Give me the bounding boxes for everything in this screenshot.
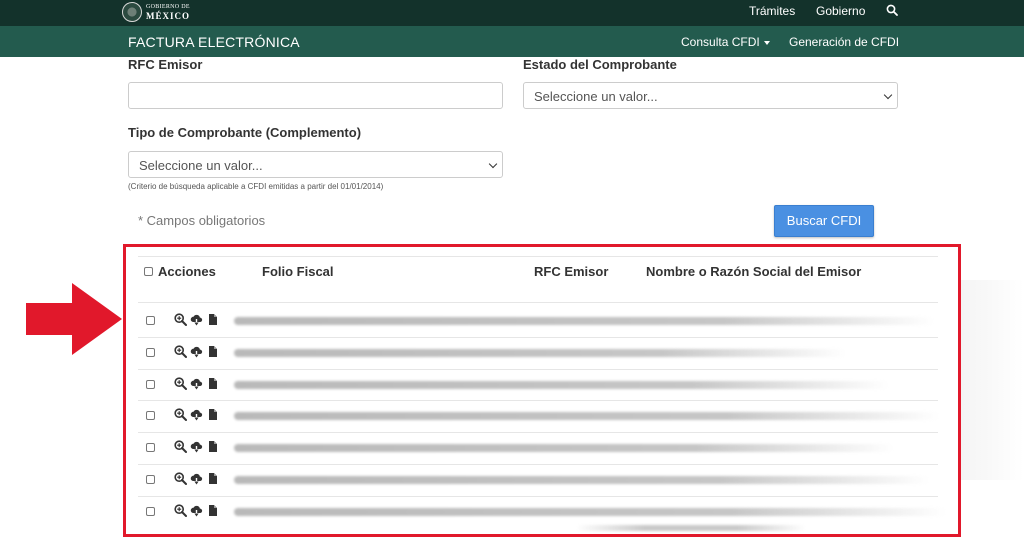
row-checkbox[interactable] xyxy=(146,443,155,453)
file-icon[interactable] xyxy=(206,408,219,421)
menu-consulta-label: Consulta CFDI xyxy=(681,35,760,49)
rfc-emisor-input[interactable] xyxy=(128,82,503,109)
file-icon[interactable] xyxy=(206,345,219,358)
table-row xyxy=(126,400,958,432)
logo-line-2: MÉXICO xyxy=(146,11,190,21)
row-checkbox[interactable] xyxy=(146,411,155,421)
redacted-text xyxy=(234,507,946,516)
brand-title[interactable]: FACTURA ELECTRÓNICA xyxy=(128,34,300,50)
row-divider xyxy=(138,464,938,465)
row-checkbox[interactable] xyxy=(146,379,155,389)
redacted-text xyxy=(234,412,939,421)
table-row xyxy=(126,495,958,528)
table-row xyxy=(126,336,958,369)
col-header-nombre-emisor: Nombre o Razón Social del Emisor xyxy=(646,264,862,279)
col-header-rfc-emisor: RFC Emisor xyxy=(534,264,609,279)
caret-down-icon xyxy=(763,40,770,45)
tipo-comprobante-label: Tipo de Comprobante (Complemento) xyxy=(128,125,362,140)
rfc-emisor-label: RFC Emisor xyxy=(128,57,203,72)
cloud-download-icon[interactable] xyxy=(190,504,203,517)
zoom-in-icon[interactable] xyxy=(174,345,187,358)
zoom-in-icon[interactable] xyxy=(174,408,187,422)
file-icon[interactable] xyxy=(206,313,219,326)
redacted-text xyxy=(576,525,806,531)
cloud-download-icon[interactable] xyxy=(190,408,203,421)
row-checkbox[interactable] xyxy=(146,316,155,325)
row-actions xyxy=(174,472,219,485)
zoom-in-icon[interactable] xyxy=(174,440,187,454)
sub-navbar: FACTURA ELECTRÓNICA Consulta CFDI Genera… xyxy=(0,26,1024,57)
header-divider xyxy=(138,256,938,257)
tipo-comprobante-select[interactable]: Seleccione un valor... xyxy=(128,151,503,178)
cloud-download-icon[interactable] xyxy=(190,472,203,485)
zoom-in-icon[interactable] xyxy=(174,313,187,326)
col-header-folio-fiscal: Folio Fiscal xyxy=(262,264,334,279)
zoom-in-icon[interactable] xyxy=(174,472,187,485)
row-actions xyxy=(174,440,219,454)
row-divider xyxy=(138,432,938,434)
redacted-text xyxy=(234,380,889,389)
chevron-down-icon xyxy=(883,90,893,100)
chevron-down-icon xyxy=(488,159,498,169)
top-navbar: GOBIERNO DE MÉXICO Trámites Gobierno xyxy=(0,0,1024,26)
file-icon[interactable] xyxy=(206,377,219,390)
menu-generacion-cfdi[interactable]: Generación de CFDI xyxy=(789,35,899,49)
file-icon[interactable] xyxy=(206,472,219,485)
nav-link-gobierno[interactable]: Gobierno xyxy=(816,4,865,18)
arrow-right-icon xyxy=(26,283,122,355)
cloud-download-icon[interactable] xyxy=(190,377,203,390)
file-icon[interactable] xyxy=(206,504,219,517)
nav-link-tramites[interactable]: Trámites xyxy=(749,4,795,18)
row-actions xyxy=(174,504,219,517)
select-all-checkbox[interactable] xyxy=(144,267,153,276)
menu-consulta-cfdi[interactable]: Consulta CFDI xyxy=(681,35,770,49)
file-icon[interactable] xyxy=(206,440,219,453)
redacted-text xyxy=(234,476,929,484)
row-divider xyxy=(138,336,938,338)
zoom-in-icon[interactable] xyxy=(174,376,187,390)
estado-comprobante-label: Estado del Comprobante xyxy=(523,57,677,72)
required-fields-note: * Campos obligatorios xyxy=(138,213,266,228)
row-divider xyxy=(138,400,938,402)
tipo-selected-value: Seleccione un valor... xyxy=(139,158,263,173)
row-actions xyxy=(174,345,219,358)
row-checkbox[interactable] xyxy=(146,347,155,357)
row-divider xyxy=(138,495,938,497)
row-actions xyxy=(174,408,219,422)
row-checkbox[interactable] xyxy=(146,506,155,516)
col-header-acciones: Acciones xyxy=(158,264,216,279)
cloud-download-icon[interactable] xyxy=(190,345,203,358)
table-row xyxy=(126,432,958,464)
row-actions xyxy=(174,313,219,326)
cloud-download-icon[interactable] xyxy=(190,440,203,453)
redacted-text xyxy=(234,444,894,453)
table-row xyxy=(126,305,958,337)
cloud-download-icon[interactable] xyxy=(190,313,203,326)
header-divider xyxy=(138,302,938,303)
background-shade xyxy=(961,280,1024,480)
table-row xyxy=(126,464,958,496)
zoom-in-icon[interactable] xyxy=(174,504,187,517)
seal-icon xyxy=(122,2,142,22)
gov-mexico-logo[interactable]: GOBIERNO DE MÉXICO xyxy=(122,2,190,22)
row-divider xyxy=(138,368,938,370)
redacted-text xyxy=(234,317,934,325)
redacted-text xyxy=(234,348,846,357)
estado-comprobante-select[interactable]: Seleccione un valor... xyxy=(523,82,898,109)
tipo-comprobante-hint: (Criterio de búsqueda aplicable a CFDI e… xyxy=(128,182,384,191)
row-actions xyxy=(174,376,219,390)
row-checkbox[interactable] xyxy=(146,475,155,484)
buscar-cfdi-button[interactable]: Buscar CFDI xyxy=(774,205,874,237)
results-table: Acciones Folio Fiscal RFC Emisor Nombre … xyxy=(123,244,961,537)
estado-selected-value: Seleccione un valor... xyxy=(534,89,658,104)
search-icon[interactable] xyxy=(886,4,898,16)
table-row xyxy=(126,368,958,401)
